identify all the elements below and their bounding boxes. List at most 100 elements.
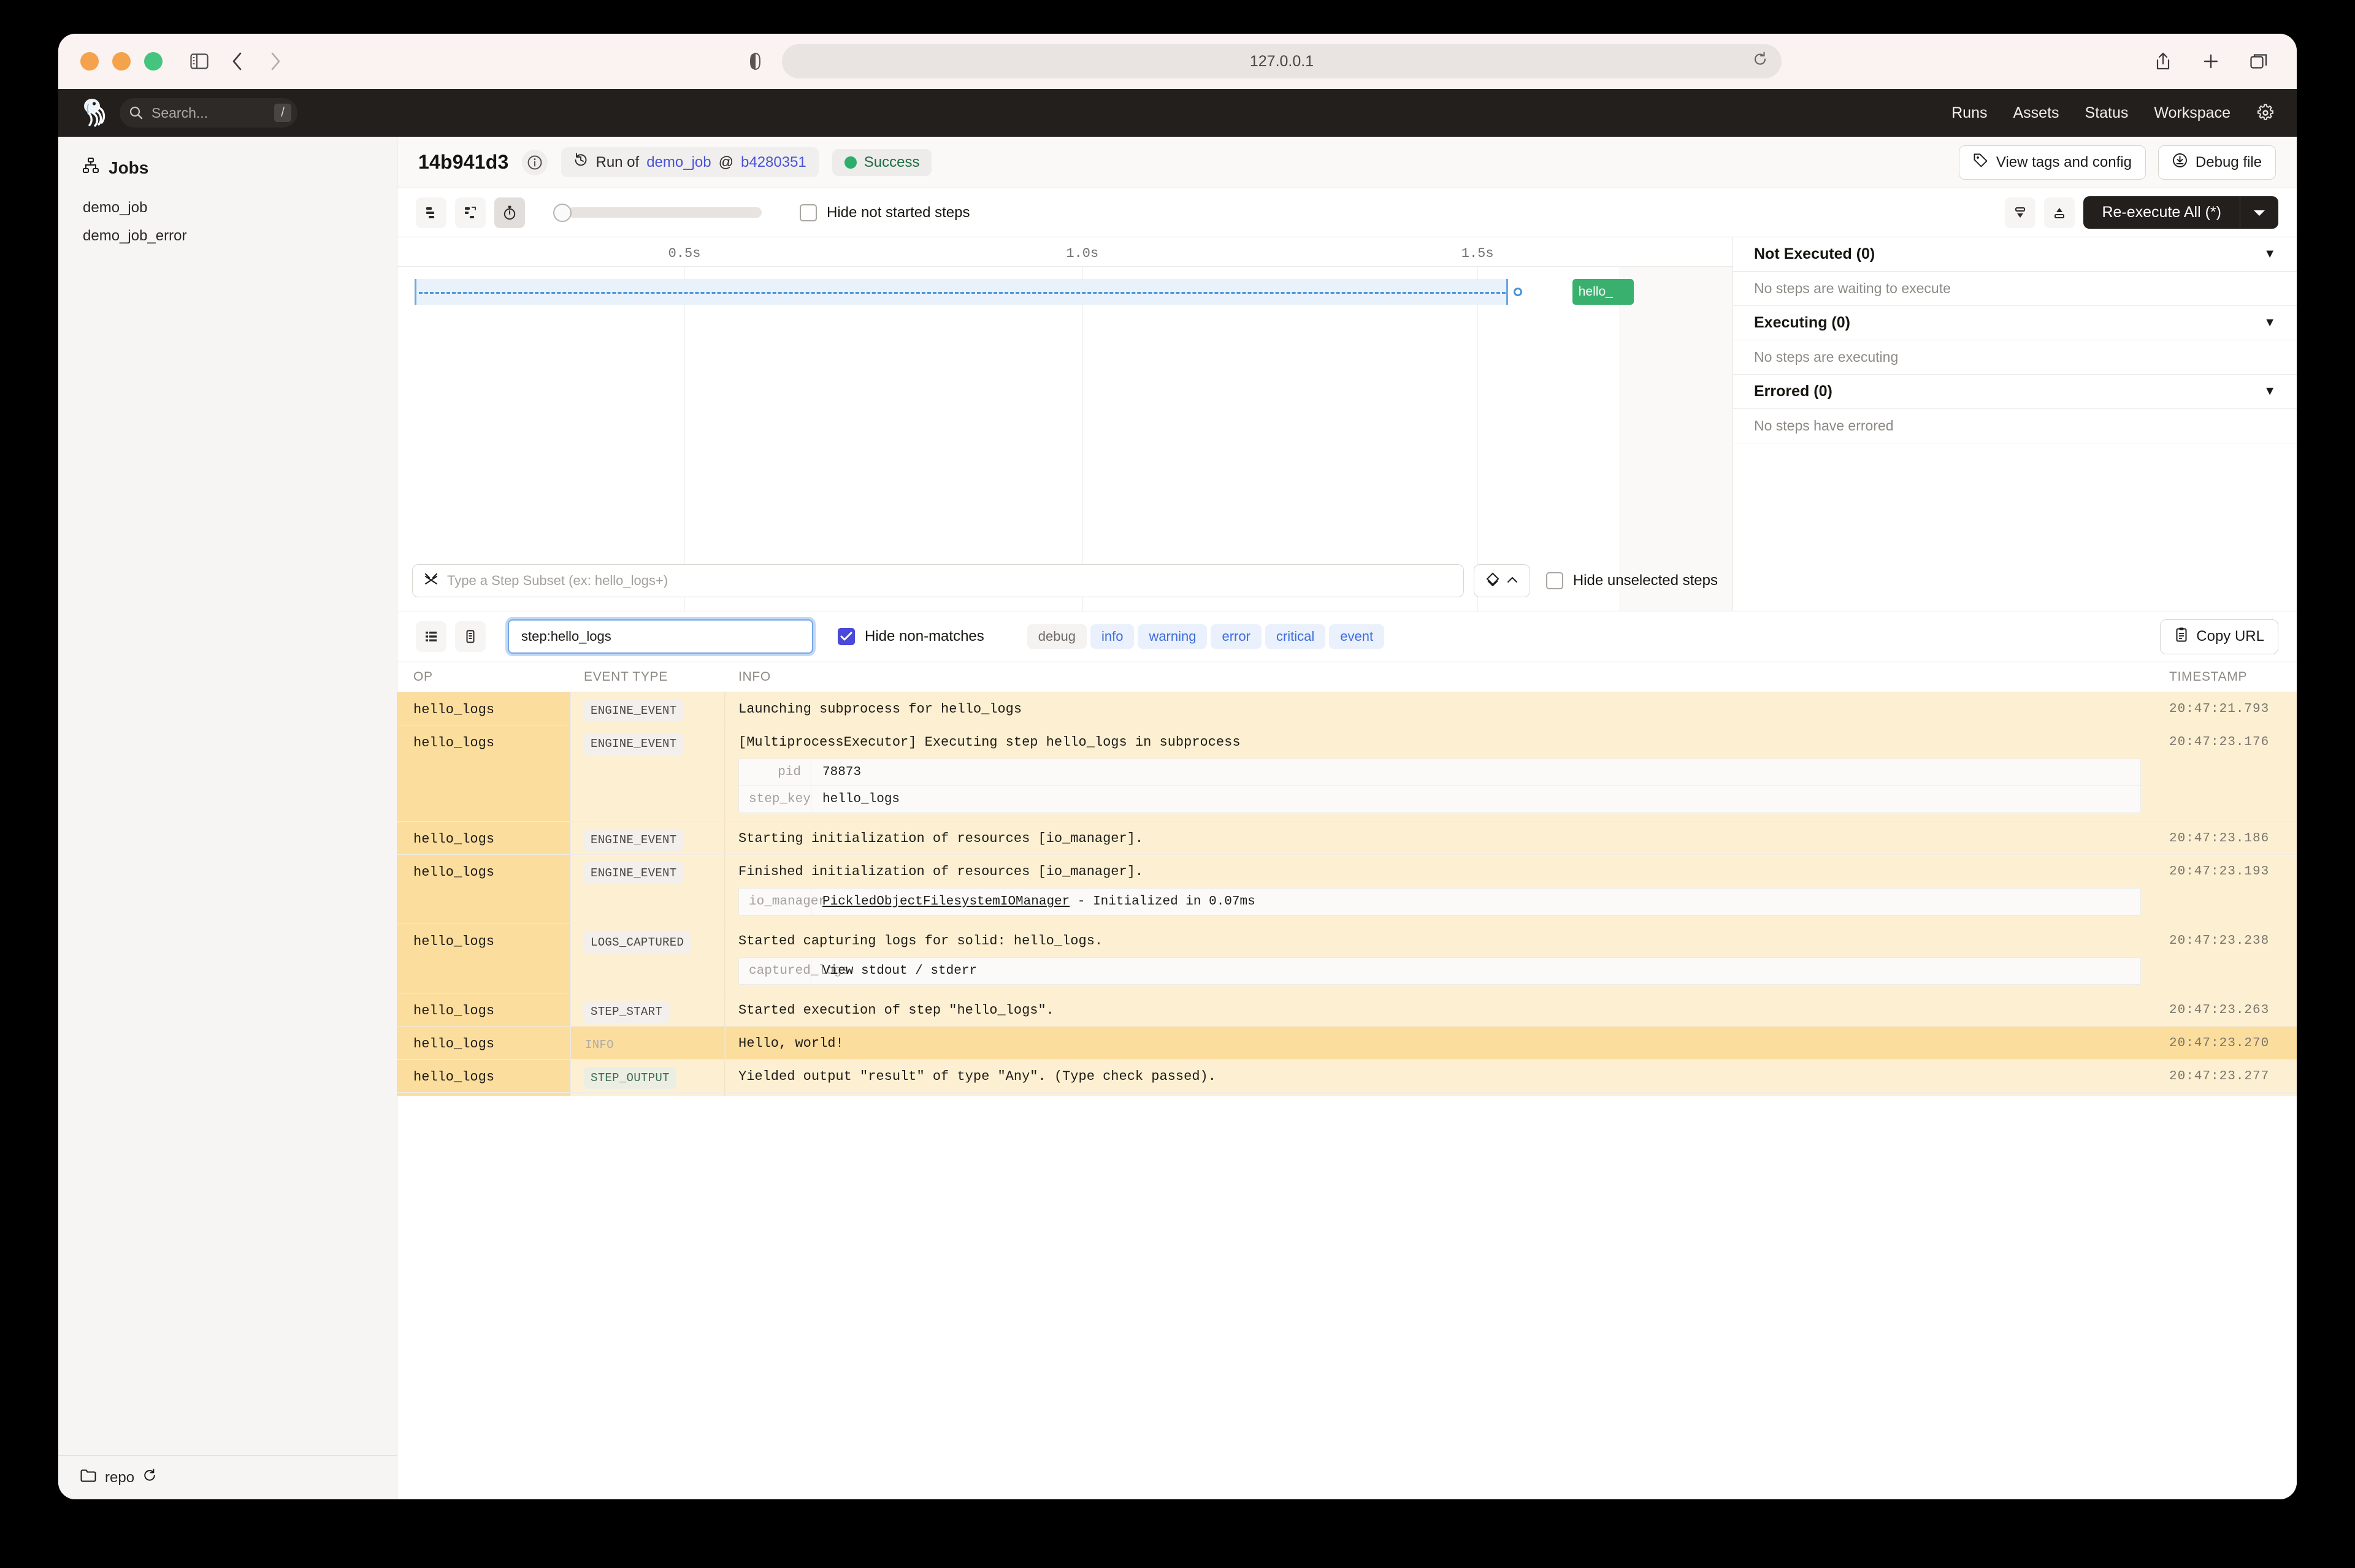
log-level-debug[interactable]: debug (1027, 624, 1087, 649)
column-header-info: INFO (725, 670, 2156, 684)
forward-icon[interactable] (259, 45, 291, 77)
log-row-timestamp: 20:47:23.270 (2156, 1027, 2297, 1059)
log-level-info[interactable]: info (1090, 624, 1134, 649)
log-row-message: Started capturing logs for solid: hello_… (738, 933, 2156, 949)
minimize-window-button[interactable] (112, 52, 131, 71)
checkbox-box[interactable] (1546, 572, 1563, 589)
window-controls[interactable] (80, 52, 163, 71)
step-subset-input[interactable]: Type a Step Subset (ex: hello_logs+) (412, 564, 1464, 597)
reload-icon[interactable] (1752, 52, 1768, 72)
repo-footer[interactable]: repo (58, 1455, 397, 1499)
log-row-event-type-cell: LOGS_CAPTURED (570, 924, 725, 993)
log-row-message: [MultiprocessExecutor] Executing step he… (738, 735, 2156, 750)
zoom-slider-track[interactable] (568, 207, 762, 218)
table-row[interactable]: hello_logsENGINE_EVENTLaunching subproce… (397, 692, 2297, 725)
debug-file-label: Debug file (2196, 154, 2262, 171)
list-view-icon[interactable] (416, 197, 446, 228)
chevron-down-icon[interactable]: ▼ (2264, 384, 2276, 399)
maximize-window-button[interactable] (144, 52, 163, 71)
table-row[interactable]: hello_logsSTEP_OUTPUTYielded output "res… (397, 1060, 2297, 1093)
tabs-icon[interactable] (2243, 45, 2275, 77)
metadata-value[interactable]: View stdout / stderr (811, 958, 988, 984)
step-bar-label: hello_ (1579, 285, 1613, 299)
folder-icon (80, 1469, 96, 1486)
table-row[interactable]: hello_logsLOGS_CAPTUREDStarted capturing… (397, 924, 2297, 993)
nav-link-runs[interactable]: Runs (1951, 104, 1987, 122)
gantt-chart[interactable]: 0.5s 1.0s 1.5s he (397, 237, 1733, 611)
collapse-all-icon[interactable] (2005, 197, 2035, 228)
nav-link-status[interactable]: Status (2085, 104, 2129, 122)
zoom-slider[interactable] (553, 204, 762, 222)
nav-link-assets[interactable]: Assets (2013, 104, 2059, 122)
metadata-value[interactable]: 78873 (811, 759, 872, 786)
sidebar-item-demo-job-error[interactable]: demo_job_error (58, 222, 397, 250)
metadata-value[interactable]: hello_logs (811, 786, 911, 813)
structured-view-icon[interactable] (416, 621, 446, 652)
run-of-job-link[interactable]: demo_job (646, 154, 711, 171)
hide-non-matches-checkbox[interactable]: Hide non-matches (838, 628, 984, 645)
info-icon[interactable] (522, 150, 548, 175)
new-tab-icon[interactable] (2195, 45, 2227, 77)
run-of-snapshot-link[interactable]: b4280351 (741, 154, 806, 171)
address-bar-area: 127.0.0.1 (739, 44, 1782, 78)
table-row[interactable]: hello_logsENGINE_EVENTStarting initializ… (397, 822, 2297, 855)
table-row[interactable]: hello_logsSTEP_STARTStarted execution of… (397, 993, 2297, 1027)
sidebar-item-demo-job[interactable]: demo_job (58, 194, 397, 222)
raw-view-icon[interactable] (455, 621, 486, 652)
waiting-dash-line (419, 292, 1506, 294)
status-section-executing[interactable]: Executing (0) ▼ (1733, 306, 2297, 340)
log-row-metadata-table: pid78873step_keyhello_logs (738, 759, 2141, 813)
axis-tick-1: 1.0s (1066, 246, 1098, 261)
log-filter-input[interactable]: step:hello_logs (508, 619, 813, 654)
log-row-op: hello_logs (397, 822, 570, 854)
view-tags-and-config-button[interactable]: View tags and config (1959, 145, 2146, 180)
status-section-errored[interactable]: Errored (0) ▼ (1733, 375, 2297, 409)
log-row-event-type-cell: INFO (570, 1027, 725, 1059)
table-row[interactable]: hello_logsHANDLED_OUTPUTHandled output "… (397, 1093, 2297, 1096)
log-row-timestamp: 20:47:21.793 (2156, 692, 2297, 725)
log-level-warning[interactable]: warning (1138, 624, 1207, 649)
hide-unselected-steps-checkbox[interactable]: Hide unselected steps (1546, 572, 1718, 589)
log-level-event[interactable]: event (1329, 624, 1384, 649)
metadata-key: pid (739, 759, 811, 786)
run-of-breadcrumb[interactable]: Run of demo_job @ b4280351 (561, 147, 818, 177)
back-icon[interactable] (221, 45, 253, 77)
log-table-body[interactable]: hello_logsENGINE_EVENTLaunching subproce… (397, 692, 2297, 1096)
log-table-header: OP EVENT TYPE INFO TIMESTAMP (397, 662, 2297, 692)
gantt-row-hello-logs[interactable]: hello_ (397, 279, 1733, 305)
tree-view-icon[interactable] (455, 197, 486, 228)
log-level-error[interactable]: error (1211, 624, 1261, 649)
reload-icon[interactable] (143, 1469, 156, 1486)
sidebar-toggle-icon[interactable] (183, 45, 215, 77)
chevron-down-icon[interactable]: ▼ (2264, 316, 2276, 330)
timing-view-icon[interactable] (494, 197, 525, 228)
table-row[interactable]: hello_logsENGINE_EVENT[MultiprocessExecu… (397, 725, 2297, 822)
nav-link-workspace[interactable]: Workspace (2154, 104, 2231, 122)
checkbox-box[interactable] (838, 628, 855, 645)
copy-url-button[interactable]: Copy URL (2160, 619, 2278, 654)
metadata-link[interactable]: PickledObjectFilesystemIOManager (822, 895, 1070, 909)
address-bar[interactable]: 127.0.0.1 (782, 44, 1782, 78)
step-subset-options-button[interactable] (1474, 564, 1530, 597)
hide-not-started-steps-checkbox[interactable]: Hide not started steps (800, 204, 970, 221)
step-bar-hello-logs[interactable]: hello_ (1572, 279, 1634, 305)
chevron-down-icon[interactable]: ▼ (2264, 247, 2276, 261)
gear-icon[interactable] (2256, 104, 2275, 122)
status-badge[interactable]: Success (832, 149, 932, 176)
chevron-down-icon[interactable] (2240, 196, 2278, 229)
table-row[interactable]: hello_logsINFOHello, world!20:47:23.270 (397, 1027, 2297, 1060)
log-level-critical[interactable]: critical (1265, 624, 1325, 649)
dagster-logo-icon[interactable] (75, 94, 113, 132)
status-section-not-executed[interactable]: Not Executed (0) ▼ (1733, 237, 2297, 272)
checkbox-box[interactable] (800, 204, 817, 221)
close-window-button[interactable] (80, 52, 99, 71)
re-execute-all-button[interactable]: Re-execute All (*) (2083, 196, 2278, 229)
zoom-slider-knob[interactable] (553, 204, 572, 222)
shield-icon[interactable] (739, 45, 771, 77)
metadata-value[interactable]: PickledObjectFilesystemIOManager - Initi… (811, 889, 1266, 915)
table-row[interactable]: hello_logsENGINE_EVENTFinished initializ… (397, 855, 2297, 924)
debug-file-button[interactable]: Debug file (2158, 145, 2276, 180)
expand-all-icon[interactable] (2044, 197, 2075, 228)
global-search-input[interactable]: Search... / (120, 98, 297, 128)
share-icon[interactable] (2147, 45, 2179, 77)
